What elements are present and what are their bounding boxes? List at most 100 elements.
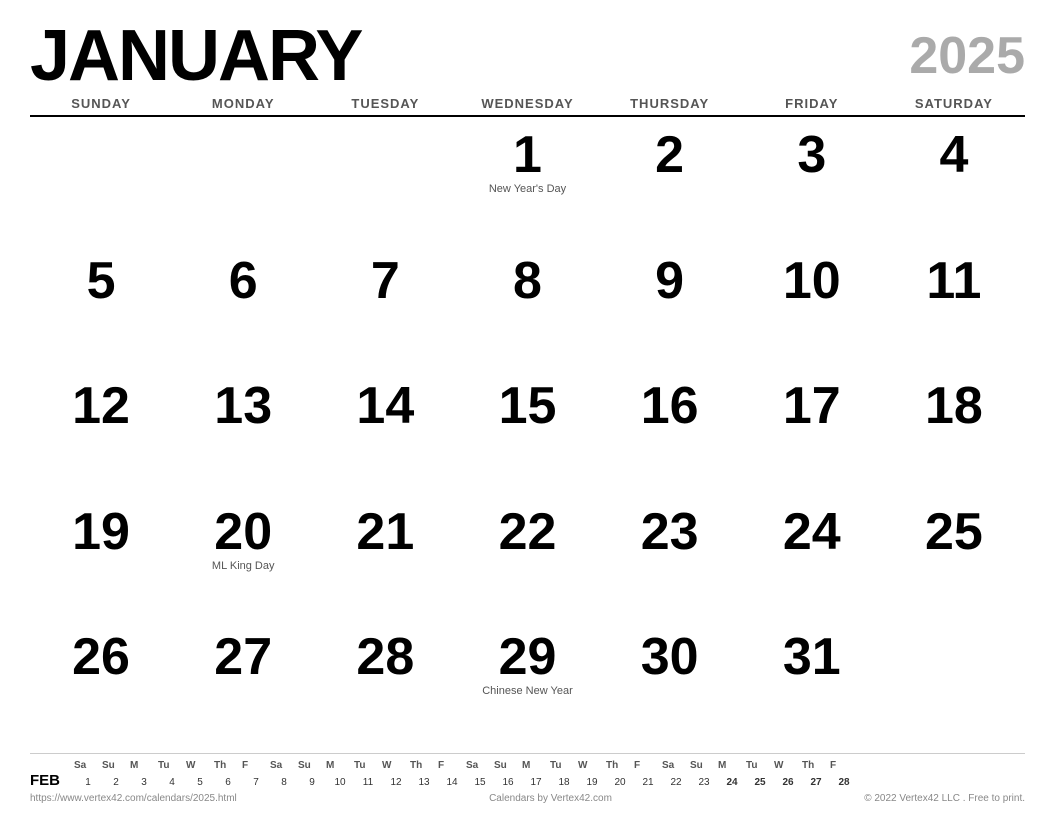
weeks-container: 1New Year's Day2345678910111213141516171…	[30, 121, 1025, 749]
day-cell: 4	[883, 121, 1025, 247]
day-number: 8	[513, 255, 542, 307]
mini-day: 3	[130, 777, 158, 788]
mini-day: 9	[298, 777, 326, 788]
day-number: 6	[229, 255, 258, 307]
week-row-1: 5 6 7 8 9 10 11	[30, 247, 1025, 373]
day-number: 17	[783, 380, 841, 432]
mini-day: 15	[466, 777, 494, 788]
day-number: 11	[926, 255, 981, 307]
mini-day-header: F	[242, 760, 270, 771]
mini-day: 28	[830, 777, 858, 788]
day-number: 5	[87, 255, 116, 307]
mini-day: 25	[746, 777, 774, 788]
mini-day-header: W	[382, 760, 410, 771]
mini-day: 11	[354, 777, 382, 788]
mini-day-header: Tu	[354, 760, 382, 771]
day-cell: 15	[456, 372, 598, 498]
mini-day: 7	[242, 777, 270, 788]
mini-day: 20	[606, 777, 634, 788]
day-cell: 13	[172, 372, 314, 498]
mini-day-header: M	[522, 760, 550, 771]
day-number: 10	[783, 255, 841, 307]
mini-day: 2	[102, 777, 130, 788]
mini-day-header: F	[438, 760, 466, 771]
day-number: 14	[356, 380, 414, 432]
mini-day: 18	[550, 777, 578, 788]
mini-day: 13	[410, 777, 438, 788]
mini-day-header: Sa	[74, 760, 102, 771]
day-cell	[172, 121, 314, 247]
day-cell: 9	[599, 247, 741, 373]
day-number: 23	[641, 506, 699, 558]
day-cell: 2	[599, 121, 741, 247]
day-header-friday: FRIDAY	[741, 96, 883, 111]
mini-day-header: M	[130, 760, 158, 771]
day-number: 27	[214, 631, 272, 683]
mini-day: 17	[522, 777, 550, 788]
footer-brand: Calendars by Vertex42.com	[489, 793, 612, 804]
day-number: 15	[499, 380, 557, 432]
day-number: 30	[641, 631, 699, 683]
day-cell: 7	[314, 247, 456, 373]
mini-day: 8	[270, 777, 298, 788]
mini-day: 23	[690, 777, 718, 788]
day-cell: 11	[883, 247, 1025, 373]
day-cell: 12	[30, 372, 172, 498]
day-cell: 1New Year's Day	[456, 121, 598, 247]
day-cell: 16	[599, 372, 741, 498]
day-cell: 22	[456, 498, 598, 624]
day-number: 7	[371, 255, 400, 307]
mini-day: 5	[186, 777, 214, 788]
day-cell	[883, 623, 1025, 749]
day-cell: 26	[30, 623, 172, 749]
day-header-saturday: SATURDAY	[883, 96, 1025, 111]
week-row-4: 26272829Chinese New Year3031	[30, 623, 1025, 749]
day-header-sunday: SUNDAY	[30, 96, 172, 111]
day-cell: 3	[741, 121, 883, 247]
mini-day-header: Tu	[550, 760, 578, 771]
mini-day: 16	[494, 777, 522, 788]
mini-day-header: Sa	[466, 760, 494, 771]
day-cell: 31	[741, 623, 883, 749]
week-row-2: 12131415161718	[30, 372, 1025, 498]
day-number: 2	[655, 129, 684, 181]
year-title: 2025	[909, 20, 1025, 82]
day-number: 3	[797, 129, 826, 181]
holiday-label: New Year's Day	[489, 183, 566, 196]
day-cell: 10	[741, 247, 883, 373]
day-number: 20	[214, 506, 272, 558]
mini-day-header: W	[186, 760, 214, 771]
mini-day-header: Su	[298, 760, 326, 771]
mini-day: 27	[802, 777, 830, 788]
day-cell: 25	[883, 498, 1025, 624]
mini-day: 6	[214, 777, 242, 788]
calendar-grid: SUNDAYMONDAYTUESDAYWEDNESDAYTHURSDAYFRID…	[30, 96, 1025, 749]
day-cell: 27	[172, 623, 314, 749]
month-title: JANUARY	[30, 20, 361, 92]
mini-day-header: Tu	[158, 760, 186, 771]
calendar-page: JANUARY 2025 SUNDAYMONDAYTUESDAYWEDNESDA…	[0, 0, 1055, 814]
day-number: 9	[655, 255, 684, 307]
day-number: 12	[72, 380, 130, 432]
mini-day: 4	[158, 777, 186, 788]
day-headers: SUNDAYMONDAYTUESDAYWEDNESDAYTHURSDAYFRID…	[30, 96, 1025, 117]
mini-month-label: FEB	[30, 760, 68, 789]
mini-day-header: W	[774, 760, 802, 771]
day-cell	[314, 121, 456, 247]
day-header-thursday: THURSDAY	[599, 96, 741, 111]
mini-days-row: 1234567891011121314151617181920212223242…	[74, 777, 1025, 788]
day-number: 13	[214, 380, 272, 432]
mini-grid: SaSuMTuWThFSaSuMTuWThFSaSuMTuWThFSaSuMTu…	[74, 760, 1025, 788]
day-number: 19	[72, 506, 130, 558]
mini-calendar-section: FEB SaSuMTuWThFSaSuMTuWThFSaSuMTuWThFSaS…	[30, 753, 1025, 789]
day-number: 29	[499, 631, 557, 683]
day-number: 31	[783, 631, 841, 683]
day-number: 16	[641, 380, 699, 432]
footer-url: https://www.vertex42.com/calendars/2025.…	[30, 793, 237, 804]
mini-header-row: SaSuMTuWThFSaSuMTuWThFSaSuMTuWThFSaSuMTu…	[74, 760, 1025, 775]
day-number: 21	[356, 506, 414, 558]
day-header-wednesday: WEDNESDAY	[456, 96, 598, 111]
mini-day: 10	[326, 777, 354, 788]
day-cell: 6	[172, 247, 314, 373]
day-cell: 29Chinese New Year	[456, 623, 598, 749]
